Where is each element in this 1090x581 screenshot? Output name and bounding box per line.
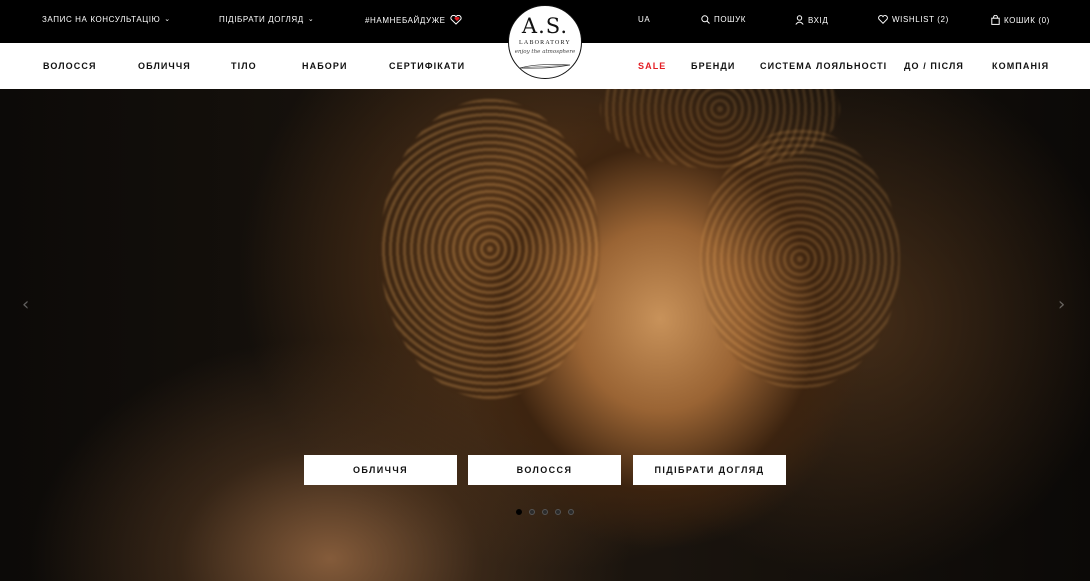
nav-item-certificates[interactable]: Сертифікати — [389, 61, 465, 71]
wishlist-label: Wishlist (2) — [892, 15, 949, 24]
logo-tagline: enjoy the atmosphere — [514, 49, 576, 55]
logo-text: A.S. — [521, 14, 569, 38]
chevron-down-icon: ⌄ — [164, 15, 171, 23]
slider-dot[interactable] — [555, 509, 561, 515]
nav-item-company[interactable]: Компанія — [992, 61, 1049, 71]
nav-item-sets[interactable]: Набори — [302, 61, 348, 71]
nav-item-loyalty[interactable]: Система лояльності — [760, 61, 887, 71]
hero-hair-button[interactable]: Волосся — [468, 455, 621, 485]
hero-slider: ‹ › Обличчя Волосся Підібрати догляд — [0, 89, 1090, 581]
consultation-label: Запис на консультацію — [42, 15, 161, 24]
pick-care-dropdown[interactable]: Підібрати догляд ⌄ — [219, 15, 314, 24]
search-button[interactable]: Пошук — [701, 15, 746, 24]
nav-item-sale[interactable]: Sale — [638, 61, 666, 71]
logo-subtitle: Laboratory — [519, 40, 571, 46]
nav-item-body[interactable]: Тіло — [231, 61, 257, 71]
wishlist-link[interactable]: Wishlist (2) — [878, 15, 949, 24]
slider-dot[interactable] — [529, 509, 535, 515]
hero-face-button[interactable]: Обличчя — [304, 455, 457, 485]
login-label: Вхід — [808, 15, 829, 25]
hashtag-label: #НАМНЕБАЙДУЖЕ — [365, 15, 446, 25]
consultation-dropdown[interactable]: Запис на консультацію ⌄ — [42, 15, 171, 24]
slider-dot[interactable] — [568, 509, 574, 515]
slider-dots — [516, 509, 574, 515]
chevron-down-icon: ⌄ — [307, 15, 315, 23]
heart-icon — [878, 15, 888, 24]
slider-prev-arrow[interactable]: ‹ — [22, 294, 29, 315]
pick-care-label: Підібрати догляд — [219, 15, 304, 24]
search-icon — [701, 15, 710, 24]
slider-dot[interactable] — [542, 509, 548, 515]
hashtag-link[interactable]: #НАМНЕБАЙДУЖЕ — [365, 15, 462, 25]
feather-icon — [518, 57, 572, 75]
nav-item-brands[interactable]: Бренди — [691, 61, 735, 71]
brand-logo[interactable]: A.S. Laboratory enjoy the atmosphere — [508, 5, 582, 79]
slider-dot[interactable] — [516, 509, 522, 515]
cart-link[interactable]: Кошик (0) — [991, 15, 1050, 25]
nav-item-face[interactable]: Обличчя — [138, 61, 191, 71]
hero-image-hair-left — [380, 99, 600, 399]
user-icon — [795, 15, 804, 25]
language-switch[interactable]: UA — [638, 15, 650, 24]
nav-item-before-after[interactable]: До / після — [904, 61, 964, 71]
cart-label: Кошик (0) — [1004, 15, 1050, 25]
heart-icon — [450, 15, 462, 25]
bag-icon — [991, 15, 1000, 25]
nav-item-hair[interactable]: Волосся — [43, 61, 97, 71]
search-label: Пошук — [714, 15, 747, 24]
hero-pick-care-button[interactable]: Підібрати догляд — [633, 455, 786, 485]
slider-next-arrow[interactable]: › — [1058, 294, 1065, 315]
language-label: UA — [638, 15, 651, 24]
login-button[interactable]: Вхід — [795, 15, 828, 25]
